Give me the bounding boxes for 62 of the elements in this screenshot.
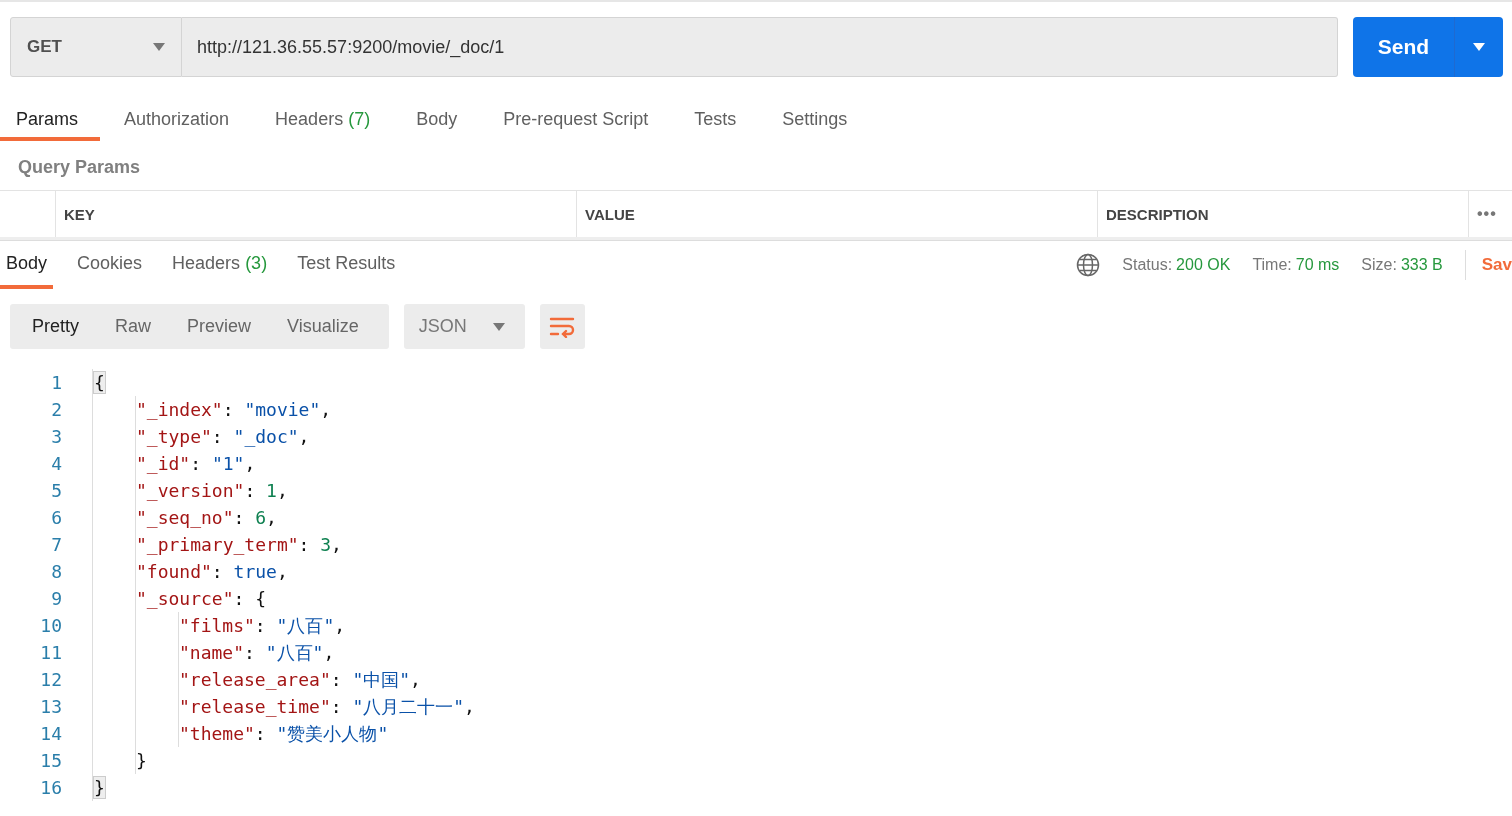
code-line: "films": "八百", <box>179 614 347 638</box>
code-line: "_type": "_doc", <box>136 425 311 449</box>
line-number: 9 <box>50 587 63 611</box>
request-tab[interactable]: Headers (7) <box>259 101 393 141</box>
response-tab[interactable]: Headers (3) <box>166 241 274 289</box>
column-header: KEY <box>64 205 95 223</box>
wrap-lines-button[interactable] <box>539 304 585 349</box>
line-number: 14 <box>39 722 63 746</box>
request-tab[interactable]: Params <box>0 101 100 141</box>
line-number: 16 <box>39 776 63 800</box>
response-stat: Size: 333 B <box>1361 256 1443 274</box>
line-number: 1 <box>50 371 63 395</box>
code-line: "found": true, <box>136 560 289 584</box>
line-number: 15 <box>39 749 63 773</box>
code-line: "_id": "1", <box>136 452 257 476</box>
code-line: "release_time": "八月二十一", <box>179 695 475 719</box>
caret-icon <box>492 322 505 331</box>
response-stat: Time: 70 ms <box>1252 256 1340 274</box>
request-tab[interactable]: Pre-request Script <box>487 101 671 141</box>
wrap-lines-icon <box>549 315 576 338</box>
line-number: 4 <box>50 452 63 476</box>
line-number: 7 <box>50 533 63 557</box>
line-number: 5 <box>50 479 63 503</box>
code-line: "_index": "movie", <box>136 398 333 422</box>
line-number: 2 <box>50 398 63 422</box>
code-line: "_seq_no": 6, <box>136 506 278 530</box>
code-line: "theme": "赞美小人物" <box>179 722 390 746</box>
code-line: } <box>136 749 148 773</box>
url-field[interactable]: http://121.36.55.57:9200/movie/_doc/1 <box>182 17 1338 77</box>
request-tab[interactable]: Settings <box>766 101 870 141</box>
view-mode-tab[interactable]: Preview <box>173 304 274 349</box>
line-number: 3 <box>50 425 63 449</box>
view-mode-tab[interactable]: Raw <box>101 304 174 349</box>
code-line: "_version": 1, <box>136 479 289 503</box>
column-header: VALUE <box>585 205 635 223</box>
method-dropdown[interactable]: GET <box>10 17 182 77</box>
request-tab[interactable]: Body <box>400 101 480 141</box>
more-button[interactable]: ••• <box>1477 205 1497 223</box>
code-line: "release_area": "中国", <box>179 668 422 692</box>
globe-icon[interactable] <box>1076 253 1101 277</box>
code-line: "name": "八百", <box>179 641 336 665</box>
response-stat: Status: 200 OK <box>1122 256 1231 274</box>
code-line: "_primary_term": 3, <box>136 533 343 557</box>
caret-icon <box>153 43 165 51</box>
line-number: 13 <box>39 695 63 719</box>
line-number: 11 <box>39 641 63 665</box>
code-line: "_source": { <box>136 587 268 611</box>
query-params-title: Query Params <box>17 156 142 179</box>
language-dropdown[interactable]: JSON <box>403 304 525 349</box>
view-mode-tab[interactable]: Pretty <box>18 304 101 349</box>
column-header: DESCRIPTION <box>1106 205 1209 223</box>
line-number: 12 <box>39 668 63 692</box>
line-number: 6 <box>50 506 63 530</box>
view-mode-tab[interactable]: Visualize <box>273 304 381 349</box>
request-tab[interactable]: Authorization <box>108 101 252 141</box>
caret-icon <box>1473 43 1485 51</box>
line-number: 10 <box>39 614 63 638</box>
line-number: 8 <box>50 560 63 584</box>
response-tab[interactable]: Cookies <box>71 241 149 289</box>
response-tab[interactable]: Body <box>0 241 54 289</box>
response-tab[interactable]: Test Results <box>291 241 402 289</box>
request-tab[interactable]: Tests <box>678 101 759 141</box>
